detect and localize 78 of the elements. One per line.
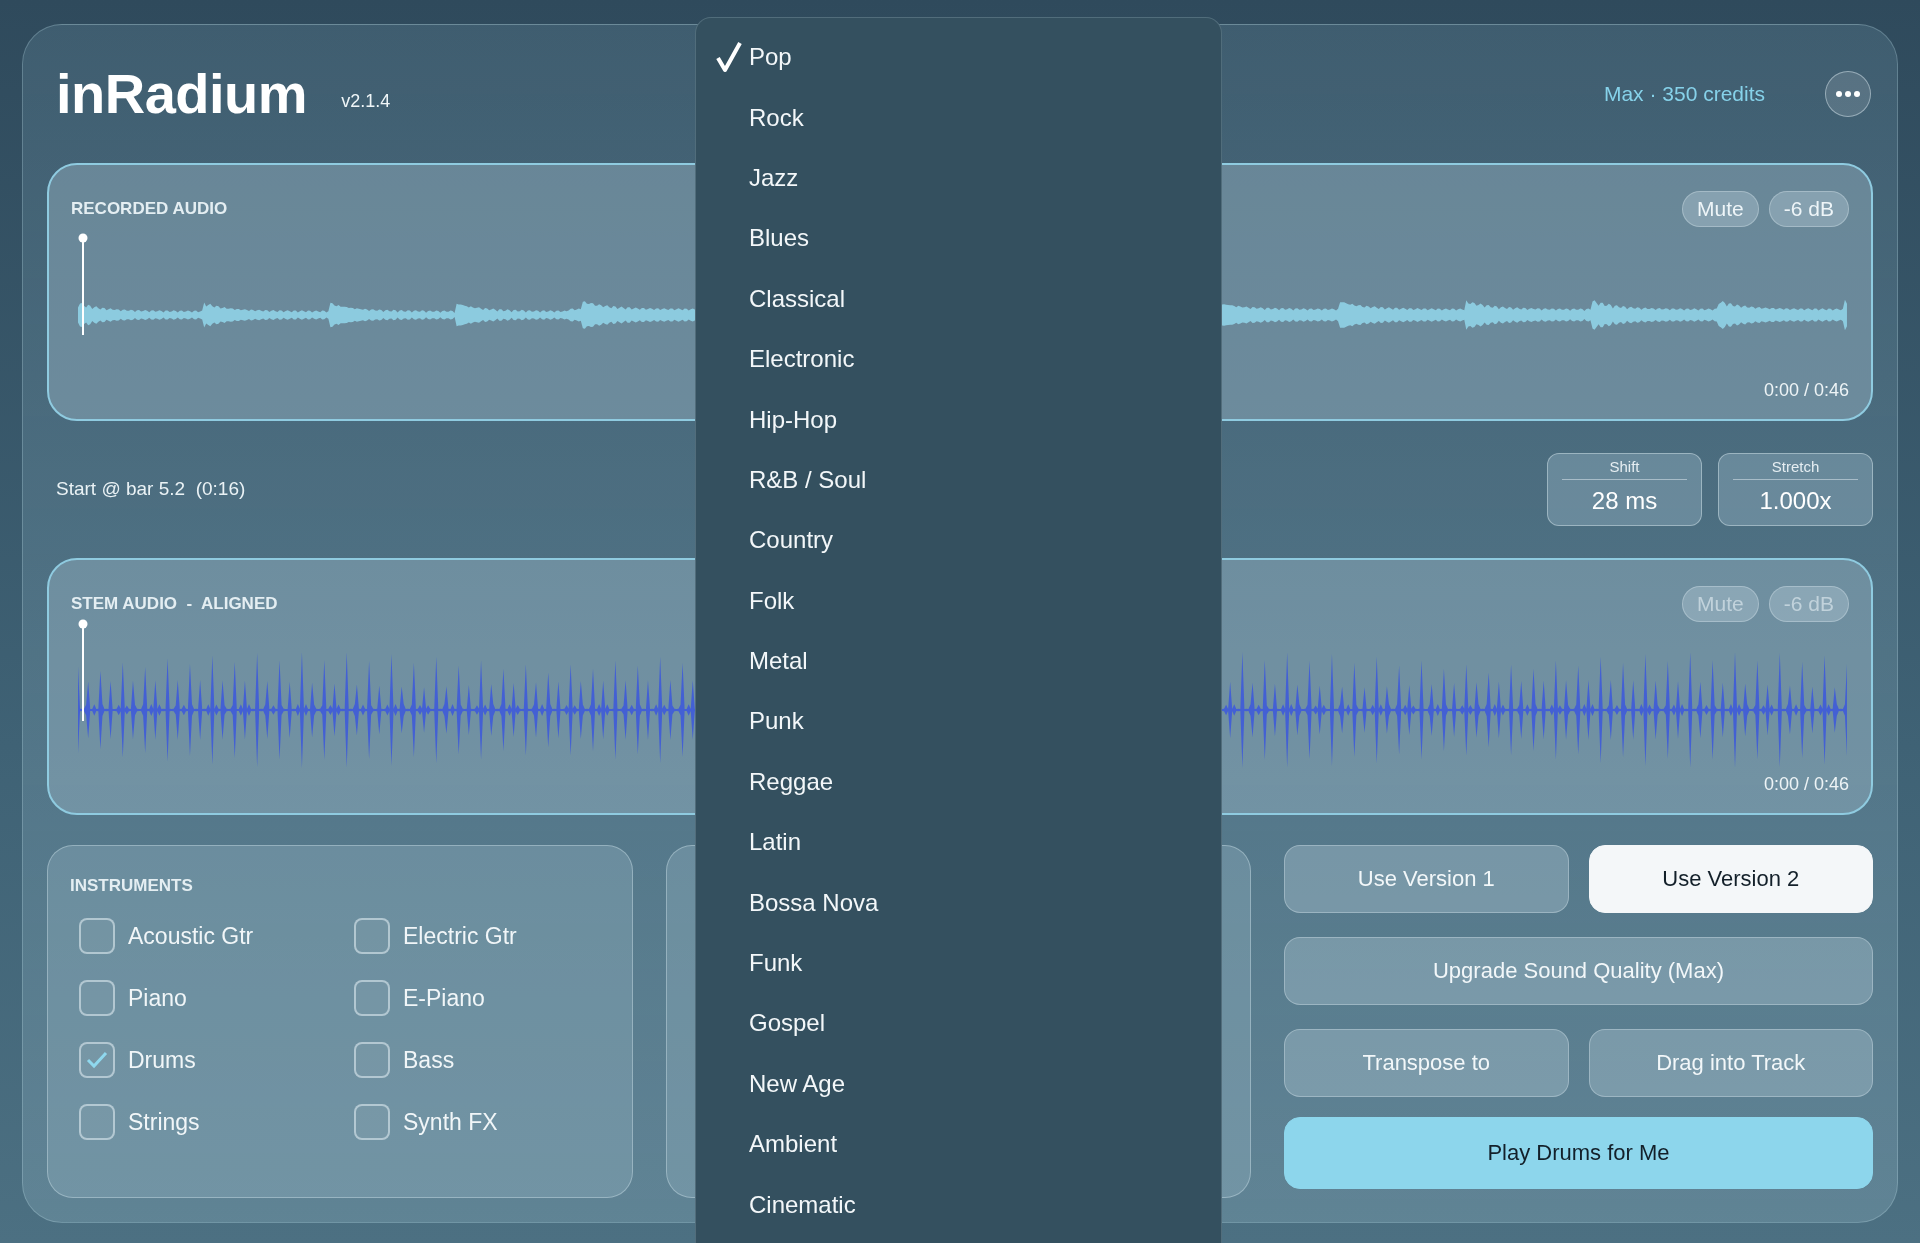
checkbox[interactable] xyxy=(354,1042,390,1079)
menu-item-label: Rock xyxy=(749,103,804,132)
instrument-label: Electric Gtr xyxy=(403,922,517,950)
version-button[interactable]: Use Version 2 xyxy=(1588,845,1873,914)
instrument-label: E-Piano xyxy=(403,984,485,1012)
menu-item[interactable]: Ambient xyxy=(696,1114,1221,1175)
menu-item-label: Folk xyxy=(749,586,795,615)
menu-item[interactable]: New Age xyxy=(696,1053,1221,1115)
menu-item-label: Pop xyxy=(749,43,792,72)
playhead[interactable] xyxy=(78,618,88,721)
checkbox[interactable] xyxy=(79,980,115,1017)
menu-item[interactable]: Country xyxy=(696,510,1221,571)
menu-item-label: Ambient xyxy=(749,1130,838,1159)
checkbox[interactable] xyxy=(79,1104,115,1141)
menu-item-label: R&B / Soul xyxy=(749,465,867,494)
menu-item[interactable]: Gospel xyxy=(696,993,1221,1054)
menu-item-label: Classical xyxy=(749,284,846,313)
version-label: v2.1.4 xyxy=(341,91,391,113)
menu-item[interactable]: Classical xyxy=(696,268,1221,329)
more-button[interactable] xyxy=(1825,70,1871,117)
section-title: INSTRUMENTS xyxy=(70,876,194,897)
checkbox[interactable] xyxy=(354,1104,390,1141)
menu-item-label: Latin xyxy=(749,828,802,857)
menu-item[interactable]: Cinematic xyxy=(696,1174,1221,1235)
checkbox[interactable] xyxy=(79,918,115,955)
adjust-field[interactable]: Shift 28 ms xyxy=(1547,452,1702,526)
menu-item-label: Punk xyxy=(749,707,804,736)
instrument-label: Piano xyxy=(128,984,187,1012)
checkbox[interactable] xyxy=(354,918,390,955)
checkbox[interactable] xyxy=(354,980,390,1017)
adjust-value: 28 ms xyxy=(1591,486,1658,515)
menu-item[interactable]: Rock xyxy=(696,87,1221,148)
menu-item[interactable]: R&B / Soul xyxy=(696,449,1221,511)
instrument-label: Strings xyxy=(128,1108,200,1136)
menu-item-label: Reggae xyxy=(749,767,834,796)
menu-item[interactable]: Metal xyxy=(696,630,1221,692)
adjust-label: Stretch xyxy=(1733,457,1858,480)
menu-item-label: Gospel xyxy=(749,1009,826,1038)
app-logo: inRadium xyxy=(56,61,308,127)
adjust-field[interactable]: Stretch 1.000x xyxy=(1718,452,1873,526)
start-info: Start @ bar 5.2 (0:16) xyxy=(56,478,246,501)
menu-item[interactable]: Hip-Hop xyxy=(696,389,1221,450)
plan-credits: Max · 350 credits xyxy=(1603,81,1765,106)
menu-item[interactable]: Electronic xyxy=(696,328,1221,390)
menu-item-label: Metal xyxy=(749,647,808,676)
menu-item-label: Blues xyxy=(749,224,810,253)
menu-item[interactable]: Funk xyxy=(696,932,1221,994)
menu-item[interactable]: Blues xyxy=(696,208,1221,269)
menu-item[interactable]: Pop xyxy=(696,27,1221,88)
menu-item-label: Hip-Hop xyxy=(749,405,838,434)
instrument-label: Bass xyxy=(403,1046,455,1074)
menu-item-label: Jazz xyxy=(749,163,799,192)
panel-title: STEM AUDIO - ALIGNED xyxy=(71,593,278,614)
menu-item-label: New Age xyxy=(749,1069,846,1098)
menu-item[interactable]: Reggae xyxy=(696,751,1221,813)
adjust-label: Shift xyxy=(1562,457,1687,480)
action-button[interactable]: Play Drums for Me xyxy=(1284,1117,1873,1190)
instrument-label: Drums xyxy=(128,1046,196,1074)
menu-item-label: Funk xyxy=(749,949,803,978)
menu-item[interactable]: Latin xyxy=(696,812,1221,873)
menu-item[interactable]: Jazz xyxy=(696,147,1221,209)
menu-item[interactable]: Folk xyxy=(696,570,1221,631)
instrument-label: Acoustic Gtr xyxy=(128,922,254,950)
more-icon xyxy=(1836,90,1860,97)
menu-item-label: Cinematic xyxy=(749,1190,856,1219)
menu-item[interactable]: Bossa Nova xyxy=(696,872,1221,933)
playhead[interactable] xyxy=(78,232,88,335)
menu-item[interactable]: Punk xyxy=(696,691,1221,752)
checkbox[interactable] xyxy=(79,1042,115,1079)
instrument-label: Synth FX xyxy=(403,1108,498,1136)
time-readout: 0:00 / 0:46 xyxy=(1763,774,1849,796)
panel-title: RECORDED AUDIO xyxy=(71,198,228,219)
menu-item-label: Electronic xyxy=(749,345,855,374)
menu-item-label: Bossa Nova xyxy=(749,888,879,917)
adjust-value: 1.000x xyxy=(1759,486,1832,515)
menu-item-label: Country xyxy=(749,526,834,555)
time-readout: 0:00 / 0:46 xyxy=(1763,379,1849,401)
check-icon xyxy=(86,1051,108,1070)
